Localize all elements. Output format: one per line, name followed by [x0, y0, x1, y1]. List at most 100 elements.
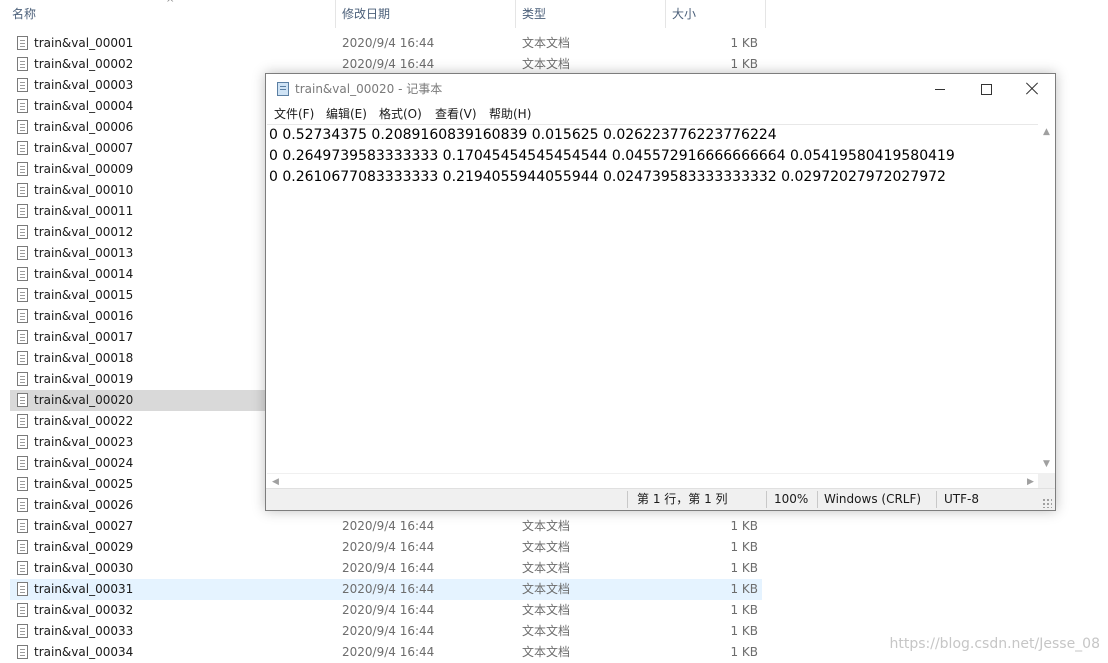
text-file-icon	[17, 582, 28, 596]
status-line-ending: Windows (CRLF)	[824, 492, 922, 506]
file-row[interactable]: train&val_00034 2020/9/4 16:44 文本文档 1 KB	[10, 642, 762, 663]
text-file-icon	[17, 477, 28, 491]
file-name: train&val_00022	[34, 414, 134, 428]
maximize-button[interactable]	[963, 74, 1009, 104]
file-type: 文本文档	[522, 36, 571, 50]
file-row[interactable]: train&val_00031 2020/9/4 16:44 文本文档 1 KB	[10, 579, 762, 600]
file-name: train&val_00009	[34, 162, 134, 176]
text-file-icon	[17, 435, 28, 449]
status-bar: 第 1 行，第 1 列 100% Windows (CRLF) UTF-8	[266, 488, 1055, 510]
file-name: train&val_00002	[34, 57, 134, 71]
file-type: 文本文档	[522, 561, 571, 575]
file-row[interactable]: train&val_00030 2020/9/4 16:44 文本文档 1 KB	[10, 558, 762, 579]
menu-edit[interactable]: 编辑(E)	[324, 104, 369, 124]
text-file-icon	[17, 351, 28, 365]
file-date: 2020/9/4 16:44	[342, 624, 435, 638]
file-name: train&val_00010	[34, 183, 134, 197]
file-row[interactable]: train&val_00027 2020/9/4 16:44 文本文档 1 KB	[10, 516, 762, 537]
text-file-icon	[17, 603, 28, 617]
file-name: train&val_00024	[34, 456, 134, 470]
file-date: 2020/9/4 16:44	[342, 36, 435, 50]
scroll-up-icon[interactable]: ▲	[1038, 124, 1055, 141]
status-divider	[936, 491, 937, 508]
text-file-icon	[17, 498, 28, 512]
file-size: 1 KB	[730, 36, 758, 50]
file-size: 1 KB	[730, 519, 758, 533]
text-line: 0 0.2649739583333333 0.17045454545454544…	[269, 148, 955, 164]
title-bar[interactable]: train&val_00020 - 记事本	[266, 74, 1055, 104]
text-file-icon	[17, 99, 28, 113]
file-name: train&val_00013	[34, 246, 134, 260]
column-header-size[interactable]: 大小	[666, 0, 765, 28]
file-size: 1 KB	[730, 540, 758, 554]
file-name: train&val_00034	[34, 645, 134, 659]
menu-file[interactable]: 文件(F)	[272, 104, 316, 124]
text-file-icon	[17, 414, 28, 428]
text-file-icon	[17, 309, 28, 323]
file-row[interactable]: train&val_00001 2020/9/4 16:44 文本文档 1 KB	[10, 33, 762, 54]
file-date: 2020/9/4 16:44	[342, 540, 435, 554]
column-header-type[interactable]: 类型	[516, 0, 665, 28]
status-divider	[817, 491, 818, 508]
file-row[interactable]: train&val_00002 2020/9/4 16:44 文本文档 1 KB	[10, 54, 762, 75]
status-divider	[627, 491, 628, 508]
status-encoding: UTF-8	[944, 492, 979, 506]
vertical-scrollbar[interactable]: ▲ ▼	[1038, 124, 1055, 473]
file-name: train&val_00030	[34, 561, 134, 575]
close-button[interactable]	[1009, 74, 1055, 104]
minimize-button[interactable]	[917, 74, 963, 104]
file-name: train&val_00019	[34, 372, 134, 386]
minimize-icon	[935, 88, 945, 90]
text-editor-area[interactable]: 0 0.52734375 0.2089160839160839 0.015625…	[267, 124, 1039, 474]
file-size: 1 KB	[730, 603, 758, 617]
file-name: train&val_00001	[34, 36, 134, 50]
menu-help[interactable]: 帮助(H)	[487, 104, 533, 124]
text-file-icon	[17, 204, 28, 218]
file-type: 文本文档	[522, 540, 571, 554]
text-file-icon	[17, 225, 28, 239]
text-file-icon	[17, 372, 28, 386]
file-date: 2020/9/4 16:44	[342, 582, 435, 596]
menu-view[interactable]: 查看(V)	[433, 104, 479, 124]
scroll-down-icon[interactable]: ▼	[1038, 456, 1055, 473]
close-icon	[1026, 83, 1038, 95]
file-name: train&val_00003	[34, 78, 134, 92]
file-name: train&val_00031	[34, 582, 134, 596]
file-row[interactable]: train&val_00033 2020/9/4 16:44 文本文档 1 KB	[10, 621, 762, 642]
file-name: train&val_00011	[34, 204, 134, 218]
explorer-column-header: 名称 ^ 修改日期 类型 大小	[0, 0, 770, 28]
column-header-date[interactable]: 修改日期	[336, 0, 515, 28]
file-row[interactable]: train&val_00032 2020/9/4 16:44 文本文档 1 KB	[10, 600, 762, 621]
window-title: train&val_00020 - 记事本	[295, 82, 443, 96]
file-name: train&val_00017	[34, 330, 134, 344]
text-file-icon	[17, 330, 28, 344]
menu-bar: 文件(F) 编辑(E) 格式(O) 查看(V) 帮助(H)	[266, 104, 1055, 124]
file-date: 2020/9/4 16:44	[342, 603, 435, 617]
file-name: train&val_00015	[34, 288, 134, 302]
text-file-icon	[17, 624, 28, 638]
file-row[interactable]: train&val_00029 2020/9/4 16:44 文本文档 1 KB	[10, 537, 762, 558]
file-size: 1 KB	[730, 582, 758, 596]
file-type: 文本文档	[522, 519, 571, 533]
text-file-icon	[17, 183, 28, 197]
text-line: 0 0.2610677083333333 0.2194055944055944 …	[269, 169, 946, 185]
text-file-icon	[17, 246, 28, 260]
file-name: train&val_00026	[34, 498, 134, 512]
text-file-icon	[17, 36, 28, 50]
text-file-icon	[17, 561, 28, 575]
file-type: 文本文档	[522, 582, 571, 596]
text-file-icon	[17, 162, 28, 176]
watermark: https://blog.csdn.net/Jesse_08	[889, 636, 1100, 652]
column-divider[interactable]	[765, 0, 766, 28]
file-name: train&val_00032	[34, 603, 134, 617]
file-name: train&val_00025	[34, 477, 134, 491]
menu-format[interactable]: 格式(O)	[377, 104, 424, 124]
text-file-icon	[17, 78, 28, 92]
file-name: train&val_00023	[34, 435, 134, 449]
file-size: 1 KB	[730, 645, 758, 659]
file-type: 文本文档	[522, 603, 571, 617]
text-file-icon	[17, 540, 28, 554]
text-file-icon	[17, 456, 28, 470]
resize-grip-icon[interactable]	[1042, 498, 1052, 508]
text-file-icon	[17, 519, 28, 533]
